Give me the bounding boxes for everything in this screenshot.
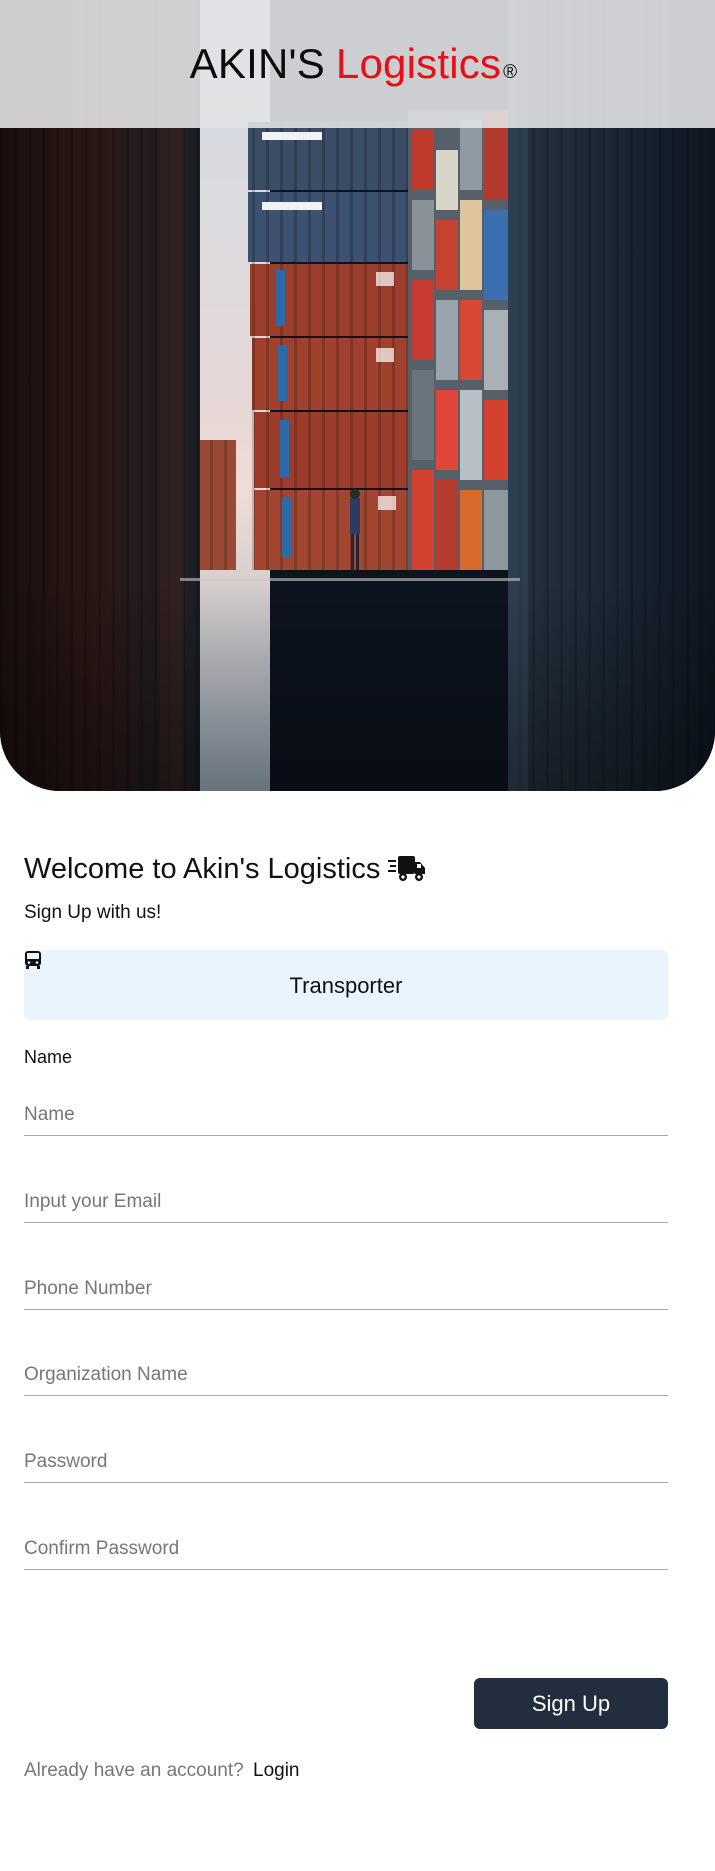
brand-name-primary: AKIN'S — [189, 40, 325, 87]
name-field-label: Name — [24, 1047, 73, 1067]
login-prompt: Already have an account? Login — [24, 1760, 300, 1782]
truck-fast-icon — [388, 856, 426, 881]
role-label: Transporter — [289, 973, 403, 998]
brand-header: AKIN'S Logistics ® — [0, 0, 715, 128]
registered-mark: ® — [503, 62, 518, 83]
phone-field — [24, 1260, 668, 1310]
email-field — [24, 1173, 668, 1223]
phone-input[interactable] — [24, 1260, 668, 1309]
login-link[interactable]: Login — [253, 1760, 300, 1781]
hero-banner: AKIN'S Logistics ® — [0, 0, 715, 791]
login-prompt-text: Already have an account? — [24, 1760, 244, 1781]
name-field — [24, 1086, 668, 1136]
brand-name-accent: Logistics — [335, 40, 502, 87]
confirm-password-input[interactable] — [24, 1520, 668, 1569]
email-input[interactable] — [24, 1173, 668, 1222]
page-title: Welcome to Akin's Logistics — [24, 852, 381, 885]
organization-input[interactable] — [24, 1346, 668, 1395]
password-input[interactable] — [24, 1433, 668, 1482]
sign-up-button[interactable]: Sign Up — [474, 1678, 668, 1729]
bus-icon — [25, 951, 41, 969]
confirm-password-field — [24, 1520, 668, 1570]
signup-form: Welcome to Akin's Logistics Sign Up with… — [24, 850, 668, 1781]
organization-field — [24, 1346, 668, 1396]
name-input[interactable] — [24, 1086, 668, 1135]
role-selector-transporter[interactable]: Transporter — [24, 950, 668, 1020]
subtitle: Sign Up with us! — [24, 902, 162, 923]
brand-logo: AKIN'S Logistics ® — [190, 43, 518, 85]
password-field — [24, 1433, 668, 1483]
welcome-heading: Welcome to Akin's Logistics — [24, 850, 668, 888]
